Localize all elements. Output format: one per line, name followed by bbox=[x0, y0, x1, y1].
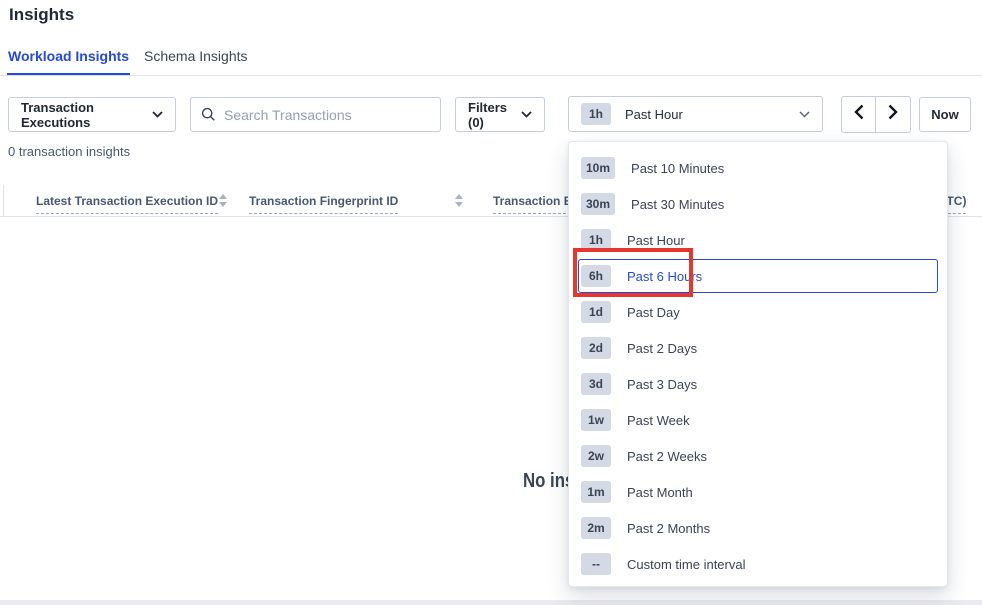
time-option-label: Past Week bbox=[627, 413, 690, 428]
time-interval-select[interactable]: 1h Past Hour bbox=[568, 96, 823, 132]
search-box[interactable] bbox=[190, 97, 441, 132]
chevron-down-icon bbox=[152, 111, 163, 118]
sort-icon[interactable] bbox=[219, 194, 227, 208]
time-interval-option[interactable]: 10m Past 10 Minutes bbox=[569, 150, 947, 186]
time-option-badge: 6h bbox=[581, 265, 611, 287]
tab-bar: Workload Insights Schema Insights bbox=[0, 48, 982, 76]
filters-button[interactable]: Filters (0) bbox=[455, 97, 545, 132]
workload-type-select[interactable]: Transaction Executions bbox=[8, 97, 176, 132]
time-interval-badge: 1h bbox=[581, 103, 611, 125]
time-interval-option[interactable]: 6h Past 6 Hours bbox=[578, 259, 938, 293]
time-option-label: Past 2 Days bbox=[627, 341, 697, 356]
page-title: Insights bbox=[9, 5, 74, 25]
time-option-label: Past 6 Hours bbox=[627, 269, 702, 284]
tab-workload-insights[interactable]: Workload Insights bbox=[8, 48, 129, 64]
workload-type-label: Transaction Executions bbox=[21, 100, 152, 130]
time-option-label: Past 2 Months bbox=[627, 521, 710, 536]
tab-schema-insights[interactable]: Schema Insights bbox=[144, 48, 248, 64]
time-option-label: Past 2 Weeks bbox=[627, 449, 707, 464]
chevron-down-icon bbox=[521, 111, 532, 118]
time-option-badge: 10m bbox=[581, 157, 615, 179]
time-interval-option[interactable]: 1d Past Day bbox=[569, 294, 947, 330]
time-interval-option[interactable]: 1w Past Week bbox=[569, 402, 947, 438]
time-option-label: Past Month bbox=[627, 485, 693, 500]
time-interval-option[interactable]: -- Custom time interval bbox=[569, 546, 947, 582]
insights-count: 0 transaction insights bbox=[8, 144, 130, 159]
time-option-badge: 2d bbox=[581, 337, 611, 359]
search-input[interactable] bbox=[224, 107, 430, 123]
column-header-latest-txn-exec-id[interactable]: Latest Transaction Execution ID bbox=[36, 194, 218, 214]
time-option-label: Past 30 Minutes bbox=[631, 197, 724, 212]
time-interval-dropdown-menu: 10m Past 10 Minutes 30m Past 30 Minutes … bbox=[568, 141, 948, 587]
time-interval-option[interactable]: 2w Past 2 Weeks bbox=[569, 438, 947, 474]
time-interval-option[interactable]: 3d Past 3 Days bbox=[569, 366, 947, 402]
insights-page: Insights Workload Insights Schema Insigh… bbox=[0, 0, 982, 605]
page-bottom-band bbox=[0, 600, 982, 605]
time-prev-button[interactable] bbox=[841, 96, 876, 133]
time-option-badge: 1m bbox=[581, 481, 611, 503]
time-interval-option[interactable]: 1h Past Hour bbox=[569, 222, 947, 258]
column-header-txn-fingerprint-id[interactable]: Transaction Fingerprint ID bbox=[249, 194, 398, 214]
time-next-button[interactable] bbox=[876, 96, 911, 133]
chevron-right-icon bbox=[888, 104, 898, 125]
time-option-badge: 3d bbox=[581, 373, 611, 395]
time-option-label: Custom time interval bbox=[627, 557, 745, 572]
time-interval-option[interactable]: 30m Past 30 Minutes bbox=[569, 186, 947, 222]
time-option-label: Past Day bbox=[627, 305, 680, 320]
time-option-label: Past 3 Days bbox=[627, 377, 697, 392]
time-option-label: Past 10 Minutes bbox=[631, 161, 724, 176]
filters-label: Filters (0) bbox=[468, 100, 521, 130]
time-nav-arrows bbox=[841, 96, 911, 133]
time-interval-label: Past Hour bbox=[625, 107, 683, 122]
time-interval-option[interactable]: 1m Past Month bbox=[569, 474, 947, 510]
table-left-border bbox=[3, 185, 4, 216]
chevron-down-icon bbox=[799, 111, 810, 118]
time-option-label: Past Hour bbox=[627, 233, 685, 248]
time-option-badge: 1h bbox=[581, 229, 611, 251]
time-option-badge: 2m bbox=[581, 517, 611, 539]
search-icon bbox=[201, 107, 216, 122]
time-option-badge: 30m bbox=[581, 193, 615, 215]
now-label: Now bbox=[931, 107, 958, 122]
time-option-badge: -- bbox=[581, 553, 611, 575]
time-option-badge: 2w bbox=[581, 445, 611, 467]
time-interval-option[interactable]: 2m Past 2 Months bbox=[569, 510, 947, 546]
now-button[interactable]: Now bbox=[919, 97, 971, 132]
time-interval-option[interactable]: 2d Past 2 Days bbox=[569, 330, 947, 366]
time-option-badge: 1w bbox=[581, 409, 611, 431]
time-option-badge: 1d bbox=[581, 301, 611, 323]
chevron-left-icon bbox=[854, 104, 864, 125]
sort-icon[interactable] bbox=[455, 194, 463, 208]
